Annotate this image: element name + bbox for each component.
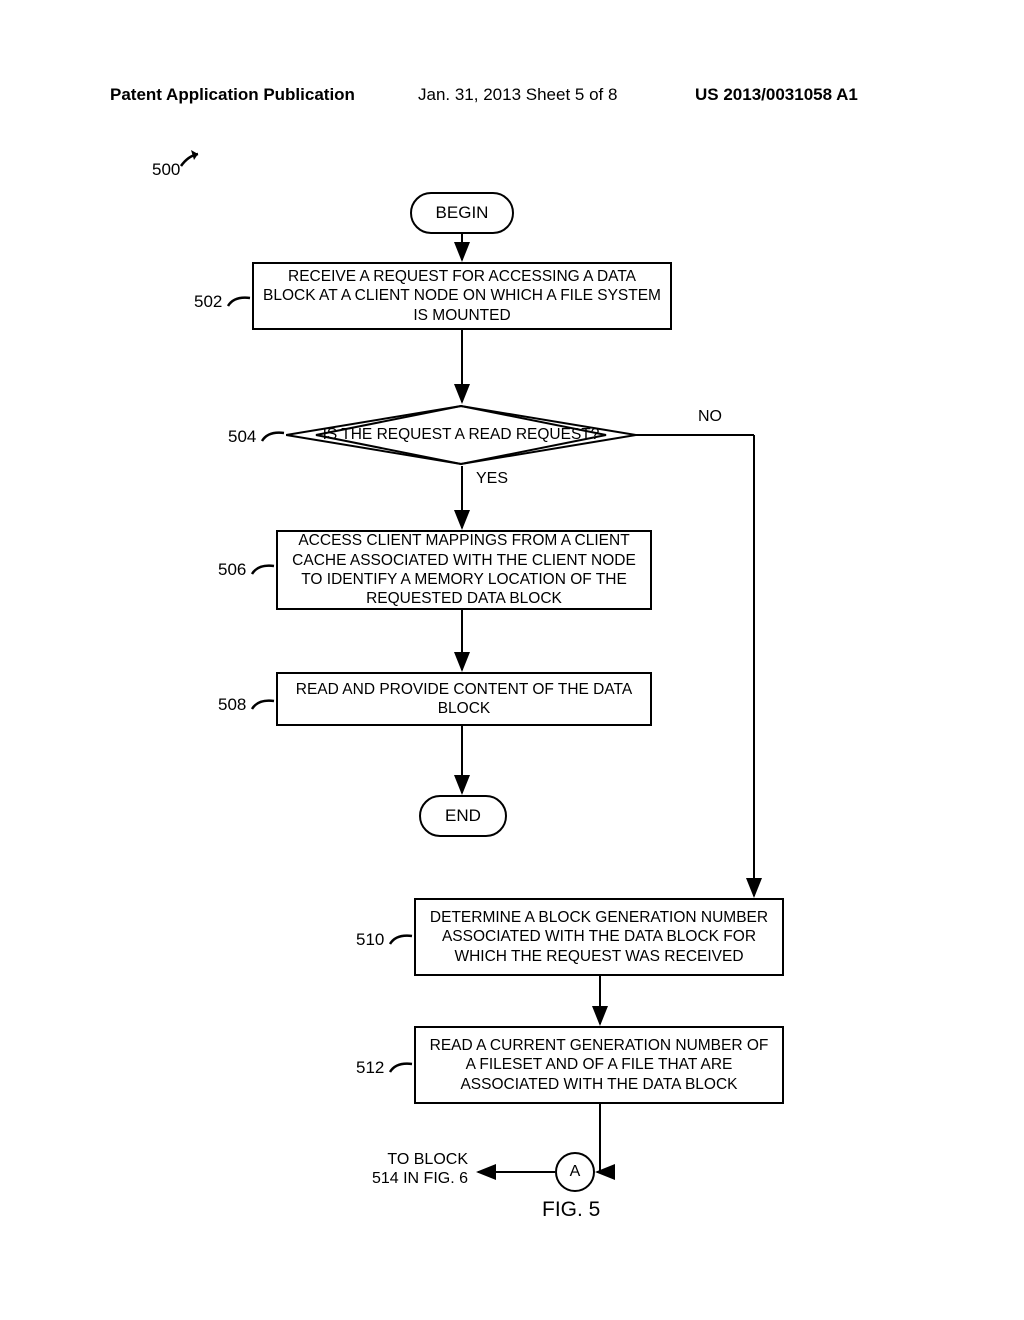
header-right: US 2013/0031058 A1 xyxy=(695,85,858,105)
step-512-box: READ A CURRENT GENERATION NUMBER OF A FI… xyxy=(414,1026,784,1104)
step-502-box: RECEIVE A REQUEST FOR ACCESSING A DATA B… xyxy=(252,262,672,330)
ref-500: 500 xyxy=(152,160,180,180)
connector-a-label: A xyxy=(570,1163,581,1181)
step-502-text: RECEIVE A REQUEST FOR ACCESSING A DATA B… xyxy=(262,267,662,325)
ref-506: 506 xyxy=(218,560,246,580)
ref-500-arrow xyxy=(178,148,208,178)
begin-text: BEGIN xyxy=(436,203,489,223)
step-506-box: ACCESS CLIENT MAPPINGS FROM A CLIENT CAC… xyxy=(276,530,652,610)
decision-504-text: IS THE REQUEST A READ REQUEST? xyxy=(286,426,636,444)
ref-506-leader xyxy=(250,560,276,576)
ref-502-leader xyxy=(226,292,252,308)
page: Patent Application Publication Jan. 31, … xyxy=(0,0,1024,1320)
figure-caption: FIG. 5 xyxy=(542,1198,600,1222)
to-block-label: TO BLOCK 514 IN FIG. 6 xyxy=(338,1150,468,1188)
ref-504-leader xyxy=(260,427,286,443)
ref-508: 508 xyxy=(218,695,246,715)
decision-504: IS THE REQUEST A READ REQUEST? xyxy=(286,404,636,466)
step-510-box: DETERMINE A BLOCK GENERATION NUMBER ASSO… xyxy=(414,898,784,976)
step-512-text: READ A CURRENT GENERATION NUMBER OF A FI… xyxy=(424,1036,774,1094)
decision-no-label: NO xyxy=(698,408,722,426)
decision-yes-label: YES xyxy=(476,470,508,488)
header-center: Jan. 31, 2013 Sheet 5 of 8 xyxy=(418,85,617,105)
ref-508-leader xyxy=(250,695,276,711)
ref-502: 502 xyxy=(194,292,222,312)
flow-arrows xyxy=(0,0,1024,1320)
end-text: END xyxy=(445,806,481,826)
end-terminator: END xyxy=(419,795,507,837)
header-left: Patent Application Publication xyxy=(110,85,355,105)
ref-512: 512 xyxy=(356,1058,384,1078)
step-510-text: DETERMINE A BLOCK GENERATION NUMBER ASSO… xyxy=(424,908,774,966)
ref-510: 510 xyxy=(356,930,384,950)
step-508-box: READ AND PROVIDE CONTENT OF THE DATA BLO… xyxy=(276,672,652,726)
begin-terminator: BEGIN xyxy=(410,192,514,234)
ref-512-leader xyxy=(388,1058,414,1074)
connector-a: A xyxy=(555,1152,595,1192)
step-508-text: READ AND PROVIDE CONTENT OF THE DATA BLO… xyxy=(286,680,642,719)
step-506-text: ACCESS CLIENT MAPPINGS FROM A CLIENT CAC… xyxy=(286,531,642,609)
ref-504: 504 xyxy=(228,427,256,447)
ref-510-leader xyxy=(388,930,414,946)
